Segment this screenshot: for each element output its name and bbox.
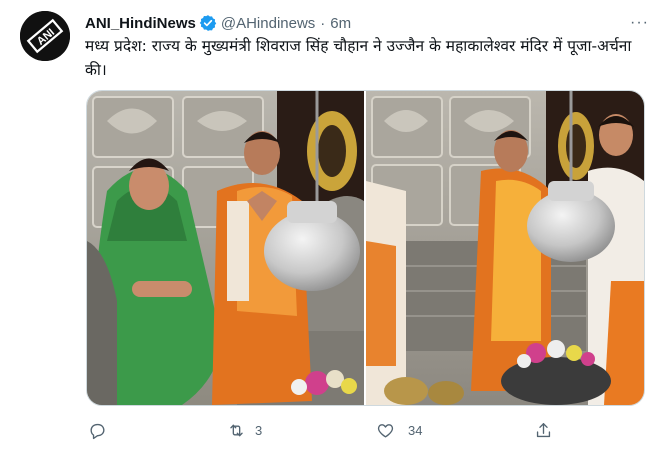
share-icon — [536, 422, 551, 437]
like-button[interactable]: 34 — [376, 418, 422, 442]
reply-icon — [90, 423, 105, 439]
avatar[interactable]: ANI — [20, 11, 70, 61]
media-grid[interactable] — [86, 90, 645, 406]
more-icon[interactable]: ··· — [630, 14, 649, 32]
tweet-header: ANI_HindiNews @AHindinews · 6m — [85, 12, 655, 34]
reply-button[interactable] — [88, 418, 107, 442]
tweet-actions: 3 34 — [86, 418, 566, 442]
timestamp[interactable]: 6m — [330, 15, 351, 32]
verified-badge-icon — [199, 14, 217, 32]
retweet-button[interactable]: 3 — [227, 418, 262, 442]
photo-left[interactable] — [87, 91, 364, 405]
share-button[interactable] — [534, 418, 553, 442]
retweet-icon — [230, 424, 243, 436]
display-name[interactable]: ANI_HindiNews — [85, 15, 196, 32]
separator-dot: · — [320, 14, 326, 32]
retweet-count: 3 — [255, 422, 263, 438]
tweet[interactable]: ANI ANI_HindiNews @AHindinews · 6m ··· म… — [0, 0, 671, 462]
ani-logo: ANI — [20, 11, 70, 61]
like-icon — [377, 423, 394, 438]
photo-right[interactable] — [366, 91, 644, 405]
tweet-text: मध्य प्रदेश: राज्य के मुख्यमंत्री शिवराज… — [85, 37, 632, 79]
like-count: 34 — [408, 422, 423, 438]
handle[interactable]: @AHindinews — [221, 15, 315, 32]
